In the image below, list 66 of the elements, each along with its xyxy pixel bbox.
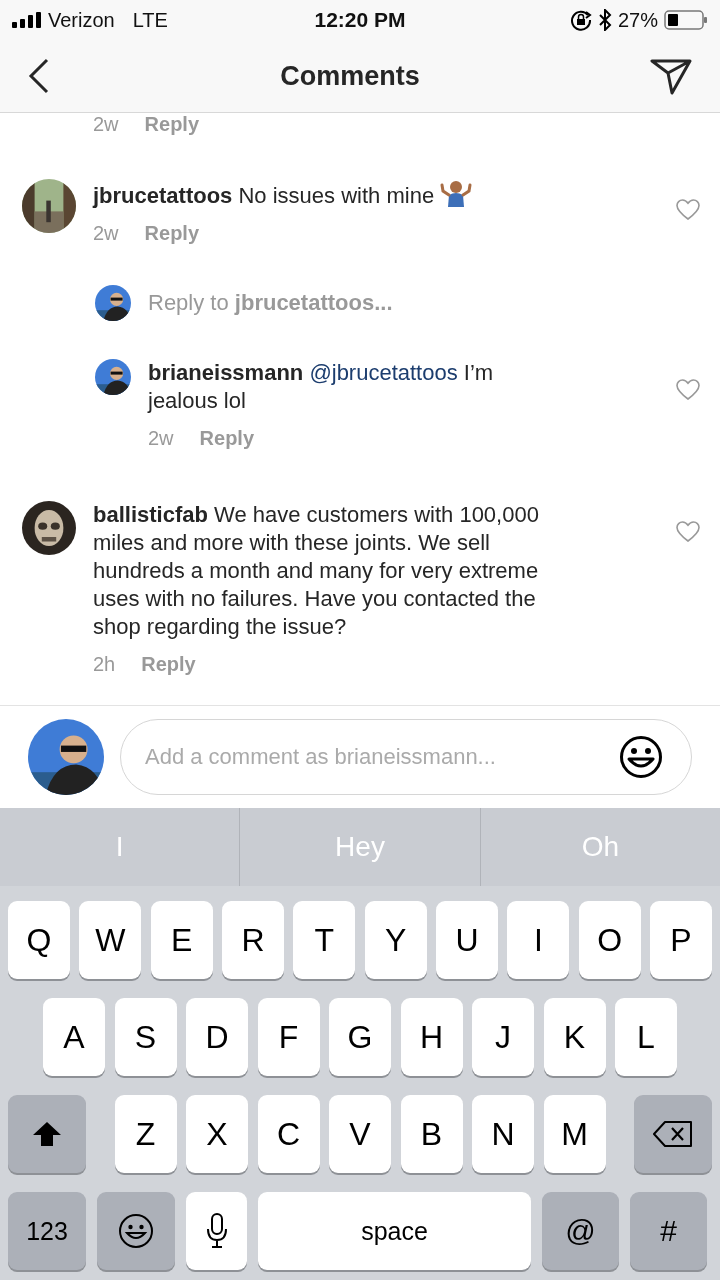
keyboard-key[interactable]: I: [507, 901, 570, 979]
keyboard-key[interactable]: L: [615, 998, 677, 1076]
rotation-lock-icon: [570, 9, 592, 31]
keyboard-key[interactable]: Q: [8, 901, 70, 979]
status-time: 12:20 PM: [314, 8, 406, 32]
comment-time: 2w: [148, 427, 174, 450]
keyboard-key[interactable]: A: [43, 998, 105, 1076]
heart-icon[interactable]: [676, 199, 700, 221]
avatar: [95, 285, 131, 321]
keyboard-key[interactable]: D: [186, 998, 248, 1076]
keyboard-key[interactable]: X: [186, 1095, 248, 1173]
keyboard-key[interactable]: 123: [8, 1192, 86, 1270]
comment-text: brianeissmann @jbrucetattoos I’m jealous lol: [148, 359, 495, 415]
keyboard-key[interactable]: F: [257, 998, 320, 1076]
backspace-icon: [653, 1121, 693, 1147]
network-type: LTE: [132, 8, 168, 32]
signal-icon: [12, 12, 42, 28]
comment-time: 2w: [93, 113, 119, 136]
avatar: [22, 501, 76, 555]
keyboard-key[interactable]: N: [472, 1095, 534, 1173]
keyboard-key[interactable]: K: [543, 998, 606, 1076]
back-button[interactable]: [28, 58, 50, 94]
carrier-name: Verizon: [48, 8, 115, 32]
keyboard-key[interactable]: V: [329, 1095, 391, 1173]
comment-text: jbrucetattoos No issues with mine: [93, 179, 561, 210]
smiley-icon[interactable]: [619, 735, 663, 779]
keyboard-key[interactable]: Y: [364, 901, 427, 979]
keyboard-key[interactable]: @: [542, 1192, 619, 1270]
microphone-icon: [205, 1213, 228, 1249]
comment-field[interactable]: Add a comment as brianeissmann...: [143, 743, 619, 771]
battery-percent: 27%: [618, 8, 658, 32]
heart-icon[interactable]: [676, 379, 700, 401]
avatar: [22, 179, 76, 233]
keyboard-key[interactable]: E: [150, 901, 213, 979]
shift-key[interactable]: [8, 1095, 86, 1173]
comment-time: 2w: [93, 222, 119, 245]
bluetooth-icon: [598, 9, 612, 31]
keyboard-key[interactable]: space: [258, 1192, 531, 1270]
keyboard-key[interactable]: P: [650, 901, 712, 979]
keyboard-key[interactable]: U: [436, 901, 498, 979]
page-title: Comments: [280, 60, 420, 92]
mention-link[interactable]: @jbrucetattoos: [309, 360, 458, 385]
comment-time: 2h: [93, 653, 116, 676]
smiley-icon: [118, 1213, 154, 1249]
keyboard-key[interactable]: R: [222, 901, 284, 979]
battery-icon: [664, 10, 708, 30]
keyboard-key[interactable]: Z: [114, 1095, 177, 1173]
keyboard-key[interactable]: T: [293, 901, 356, 979]
keyboard-key[interactable]: W: [79, 901, 142, 979]
keyboard-key[interactable]: B: [400, 1095, 463, 1173]
backspace-key[interactable]: [634, 1095, 712, 1173]
keyboard-key[interactable]: J: [472, 998, 534, 1076]
keyboard-key[interactable]: C: [257, 1095, 320, 1173]
share-button[interactable]: [650, 57, 692, 95]
keyboard-key[interactable]: O: [578, 901, 641, 979]
emoji-key[interactable]: [97, 1192, 175, 1270]
keyboard-key[interactable]: H: [400, 998, 463, 1076]
dictation-key[interactable]: [186, 1192, 247, 1270]
keyboard-key[interactable]: G: [329, 998, 391, 1076]
heart-icon[interactable]: [676, 521, 700, 543]
keyboard-key[interactable]: #: [630, 1192, 707, 1270]
keyboard-key[interactable]: S: [114, 998, 177, 1076]
avatar: [95, 359, 131, 395]
shift-icon: [32, 1121, 62, 1147]
comment-text: ballisticfab We have customers with 100,000 miles and more with these joints. We sell hundreds a month and many for very extreme uses with no failures. Have you contacted the shop regarding the issue?: [93, 501, 540, 641]
keyboard-key[interactable]: M: [543, 1095, 606, 1173]
